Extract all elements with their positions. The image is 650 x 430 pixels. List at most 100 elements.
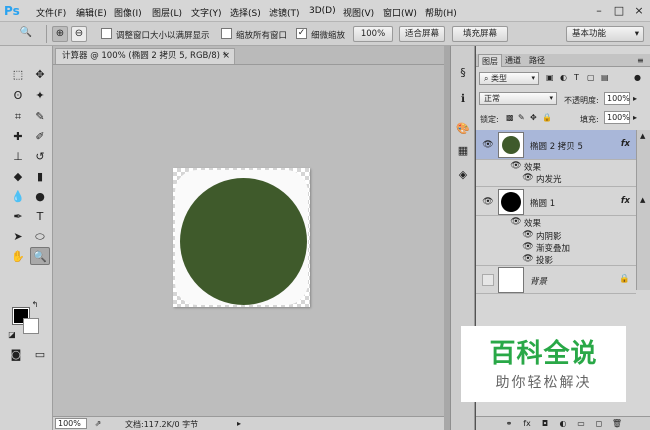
lasso-tool-icon[interactable]: ʘ [8, 87, 28, 105]
history-panel-icon[interactable]: § [454, 64, 472, 82]
menu-image[interactable]: 图像(I) [114, 6, 142, 19]
maximize-icon[interactable]: □ [610, 3, 628, 18]
zoom-out-icon[interactable]: ⊖ [71, 26, 87, 42]
scroll-up-icon[interactable]: ▲ [640, 196, 645, 204]
filter-pixel-icon[interactable]: ▣ [546, 73, 554, 82]
status-menu-arrow-icon[interactable]: ▸ [234, 418, 244, 429]
dodge-tool-icon[interactable]: ● [30, 188, 50, 206]
resize-windows-checkbox[interactable] [101, 28, 112, 39]
effect-inner-shadow[interactable]: 内阴影 [536, 230, 562, 242]
add-style-icon[interactable]: fx [520, 418, 534, 430]
visibility-eye-icon[interactable]: 👁 [522, 172, 534, 184]
screen-mode-icon[interactable]: ▭ [30, 346, 50, 364]
share-icon[interactable]: ⇗ [93, 418, 103, 429]
close-icon[interactable]: × [630, 3, 648, 18]
minimize-icon[interactable]: – [590, 3, 608, 18]
link-layers-icon[interactable]: ⚭ [502, 418, 516, 430]
healing-brush-tool-icon[interactable]: ✚ [8, 128, 28, 146]
fit-screen-button[interactable]: 适合屏幕 [399, 26, 445, 42]
fill-field[interactable]: 100% [604, 111, 630, 124]
blur-tool-icon[interactable]: 💧 [8, 188, 28, 206]
filter-kind-select[interactable]: ⌕ 类型 ▾ [479, 72, 539, 85]
visibility-eye-icon[interactable]: 👁 [510, 160, 522, 172]
close-tab-icon[interactable]: × [222, 49, 230, 64]
pen-tool-icon[interactable]: ✒ [8, 208, 28, 226]
effect-gradient-overlay[interactable]: 渐变叠加 [536, 242, 570, 254]
layers-scrollbar[interactable]: ▲ ▲ [636, 130, 650, 290]
visibility-eye-icon[interactable]: 👁 [510, 216, 522, 228]
layer-row-ellipse-1[interactable]: 👁 椭圆 1 fx [476, 186, 636, 216]
eraser-tool-icon[interactable]: ◆ [8, 168, 28, 186]
menu-select[interactable]: 选择(S) [230, 6, 261, 19]
menu-layer[interactable]: 图层(L) [152, 6, 182, 19]
blend-mode-select[interactable]: 正常 ▾ [479, 92, 557, 105]
quick-mask-icon[interactable]: ◙ [6, 346, 26, 364]
effect-drop-shadow[interactable]: 投影 [536, 254, 553, 266]
lock-all-icon[interactable]: 🔒 [542, 113, 552, 122]
fx-icon[interactable]: fx [621, 196, 630, 206]
menu-view[interactable]: 视图(V) [343, 6, 374, 19]
fill-screen-button[interactable]: 填充屏幕 [452, 26, 508, 42]
clone-stamp-tool-icon[interactable]: ⊥ [8, 148, 28, 166]
tab-channels[interactable]: 通道 [502, 54, 524, 67]
visibility-eye-icon[interactable]: 👁 [522, 229, 534, 241]
add-mask-icon[interactable]: ◘ [538, 418, 552, 430]
visibility-toggle[interactable] [482, 274, 494, 286]
path-selection-tool-icon[interactable]: ➤ [8, 228, 28, 246]
type-tool-icon[interactable]: T [30, 208, 50, 226]
menu-filter[interactable]: 滤镜(T) [269, 6, 300, 19]
layer-name[interactable]: 椭圆 1 [530, 197, 555, 209]
new-group-icon[interactable]: ▭ [574, 418, 588, 430]
zoom-all-windows-checkbox[interactable] [221, 28, 232, 39]
effect-inner-glow[interactable]: 内发光 [536, 173, 562, 185]
lock-position-icon[interactable]: ✥ [530, 113, 537, 122]
menu-edit[interactable]: 编辑(E) [76, 6, 107, 19]
menu-type[interactable]: 文字(Y) [191, 6, 222, 19]
fx-icon[interactable]: fx [621, 139, 630, 149]
lock-transparent-icon[interactable]: ▩ [506, 113, 514, 122]
filter-smart-object-icon[interactable]: ▤ [601, 73, 609, 82]
menu-file[interactable]: 文件(F) [36, 6, 66, 19]
zoom-level-field[interactable]: 100% [55, 418, 87, 429]
adjustment-layer-icon[interactable]: ◐ [556, 418, 570, 430]
filter-type-icon[interactable]: T [574, 73, 579, 82]
color-panel-icon[interactable]: 🎨 [454, 120, 472, 138]
tab-paths[interactable]: 路径 [526, 54, 548, 67]
layer-name[interactable]: 背景 [530, 275, 547, 287]
scroll-up-icon[interactable]: ▲ [640, 132, 645, 140]
layer-name[interactable]: 椭圆 2 拷贝 5 [530, 140, 583, 152]
actual-pixels-button[interactable]: 100% [353, 26, 393, 42]
scrubby-zoom-checkbox[interactable]: ✓ [296, 28, 307, 39]
menu-window[interactable]: 窗口(W) [383, 6, 417, 19]
menu-3d[interactable]: 3D(D) [309, 6, 336, 16]
filter-toggle-icon[interactable]: ● [634, 73, 641, 82]
opacity-arrow-icon[interactable]: ▸ [633, 94, 637, 103]
menu-help[interactable]: 帮助(H) [425, 6, 457, 19]
default-colors-icon[interactable]: ◪ [6, 330, 18, 340]
panel-menu-icon[interactable]: ≡ [634, 54, 647, 67]
magic-wand-tool-icon[interactable]: ✦ [30, 87, 50, 105]
eyedropper-tool-icon[interactable]: ✎ [30, 108, 50, 126]
zoom-tool-preset-icon[interactable]: 🔍 [18, 26, 34, 42]
visibility-eye-icon[interactable]: 👁 [482, 139, 494, 151]
history-brush-tool-icon[interactable]: ↺ [30, 148, 50, 166]
gradient-tool-icon[interactable]: ▮ [30, 168, 50, 186]
canvas-viewport[interactable] [53, 64, 444, 416]
layer-row-ellipse-2-copy-5[interactable]: 👁 椭圆 2 拷贝 5 fx [476, 130, 636, 160]
tab-layers[interactable]: 图层 [478, 54, 502, 67]
ellipse-tool-icon[interactable]: ⬭ [30, 228, 50, 246]
trash-icon[interactable]: 🗑 [610, 418, 624, 430]
marquee-tool-icon[interactable]: ⬚ [8, 66, 28, 84]
lock-image-icon[interactable]: ✎ [518, 113, 525, 122]
visibility-eye-icon[interactable]: 👁 [482, 196, 494, 208]
hand-tool-icon[interactable]: ✋ [8, 248, 28, 266]
visibility-eye-icon[interactable]: 👁 [522, 241, 534, 253]
swap-colors-icon[interactable]: ↰ [29, 300, 41, 310]
new-layer-icon[interactable]: ◻ [592, 418, 606, 430]
zoom-tool-icon[interactable]: 🔍 [30, 247, 50, 265]
properties-panel-icon[interactable]: ℹ [454, 90, 472, 108]
background-color-swatch[interactable] [23, 318, 39, 334]
opacity-field[interactable]: 100% [604, 92, 630, 105]
visibility-eye-icon[interactable]: 👁 [522, 253, 534, 265]
fill-arrow-icon[interactable]: ▸ [633, 113, 637, 122]
